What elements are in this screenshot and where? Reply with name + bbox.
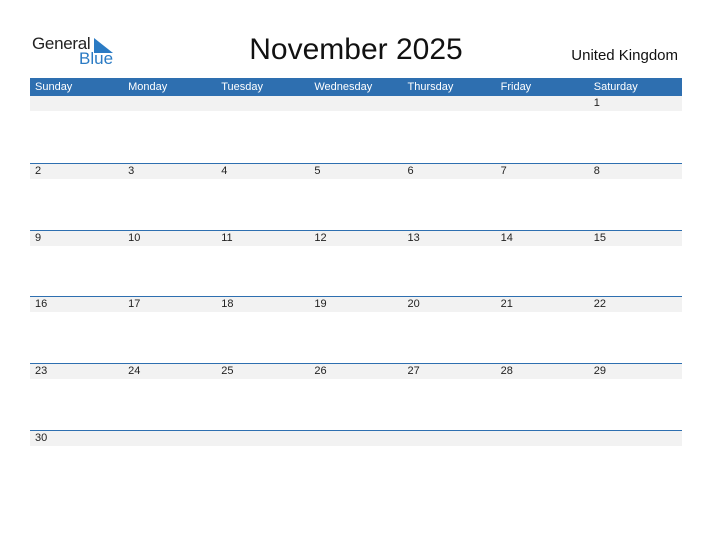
weekday-header: Sunday Monday Tuesday Wednesday Thursday… bbox=[30, 78, 682, 96]
day-cell: 9 bbox=[35, 231, 42, 244]
day-cell: 22 bbox=[593, 298, 606, 311]
weekday-sunday: Sunday bbox=[35, 81, 73, 93]
day-cell bbox=[589, 431, 682, 446]
day-cell: 18 bbox=[221, 298, 234, 311]
date-strip: 30 bbox=[30, 430, 682, 446]
day-cell bbox=[216, 96, 309, 111]
date-strip: 2 3 4 5 6 7 8 bbox=[30, 164, 682, 179]
day-cell: 27 bbox=[407, 365, 420, 378]
week-row: 23 24 25 26 27 28 29 bbox=[30, 363, 682, 430]
day-cell: 7 bbox=[500, 165, 507, 177]
day-cell: 8 bbox=[593, 165, 600, 177]
day-cell: 12 bbox=[314, 231, 327, 244]
weekday-monday: Monday bbox=[128, 81, 168, 93]
day-cell bbox=[403, 96, 496, 111]
day-cell bbox=[496, 431, 589, 446]
week-row: 9 10 11 12 13 14 15 bbox=[30, 229, 682, 297]
day-cell bbox=[309, 96, 402, 111]
date-strip: 23 24 25 26 27 28 29 bbox=[30, 364, 682, 380]
day-cell: 6 bbox=[407, 165, 414, 177]
week-row: 30 bbox=[30, 429, 682, 497]
weekday-thursday: Thursday bbox=[407, 81, 454, 93]
day-cell: 13 bbox=[407, 231, 420, 244]
day-cell: 5 bbox=[314, 165, 321, 177]
date-strip: 1 bbox=[30, 96, 682, 111]
day-cell: 11 bbox=[221, 231, 233, 244]
date-strip: 16 17 18 19 20 21 22 bbox=[30, 297, 682, 313]
day-cell: 23 bbox=[35, 365, 48, 378]
day-cell bbox=[309, 431, 402, 446]
day-cell: 20 bbox=[407, 298, 420, 311]
day-cell: 1 bbox=[593, 97, 600, 109]
day-cell: 10 bbox=[128, 231, 141, 244]
country-label: United Kingdom bbox=[571, 47, 678, 64]
day-cell: 25 bbox=[221, 365, 234, 378]
day-cell: 2 bbox=[35, 165, 42, 177]
calendar-grid: Sunday Monday Tuesday Wednesday Thursday… bbox=[30, 78, 682, 496]
weekday-friday: Friday bbox=[500, 81, 532, 93]
day-cell: 16 bbox=[35, 298, 48, 311]
day-cell: 4 bbox=[221, 165, 228, 177]
date-strip: 9 10 11 12 13 14 15 bbox=[30, 230, 682, 246]
week-row: 1 bbox=[30, 96, 682, 163]
weekday-wednesday: Wednesday bbox=[314, 81, 373, 93]
weekday-tuesday: Tuesday bbox=[221, 81, 264, 93]
day-cell bbox=[123, 431, 216, 446]
day-cell: 17 bbox=[128, 298, 141, 311]
day-cell bbox=[30, 96, 123, 111]
day-cell: 24 bbox=[128, 365, 141, 378]
day-cell: 30 bbox=[35, 431, 48, 444]
day-cell: 29 bbox=[593, 365, 606, 378]
week-row: 16 17 18 19 20 21 22 bbox=[30, 296, 682, 363]
day-cell: 15 bbox=[593, 231, 606, 244]
day-cell: 28 bbox=[500, 365, 513, 378]
day-cell: 26 bbox=[314, 365, 327, 378]
day-cell bbox=[496, 96, 589, 111]
day-cell bbox=[403, 431, 496, 446]
day-cell: 3 bbox=[128, 165, 135, 177]
day-cell bbox=[123, 96, 216, 111]
day-cell: 19 bbox=[314, 298, 327, 311]
day-cell: 14 bbox=[500, 231, 513, 244]
weekday-saturday: Saturday bbox=[593, 81, 638, 93]
day-cell: 21 bbox=[500, 298, 513, 311]
week-row: 2 3 4 5 6 7 8 bbox=[30, 163, 682, 230]
day-cell bbox=[216, 431, 309, 446]
